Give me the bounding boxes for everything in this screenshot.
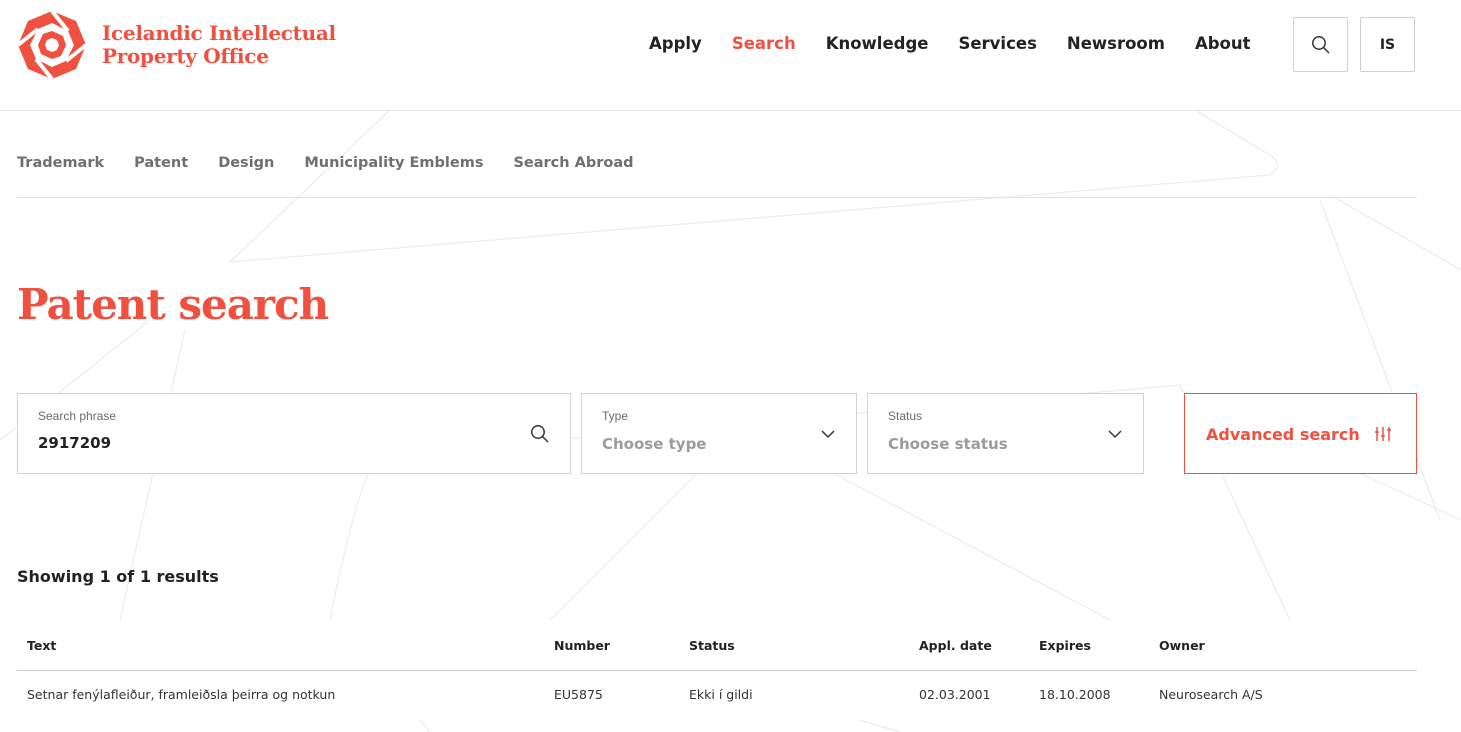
- nav-apply[interactable]: Apply: [649, 34, 702, 53]
- cell-owner: Neurosearch A/S: [1159, 687, 1263, 702]
- language-switch-button[interactable]: IS: [1360, 17, 1415, 72]
- search-icon: [1311, 35, 1330, 54]
- status-placeholder: Choose status: [888, 435, 1008, 453]
- nav-services[interactable]: Services: [958, 34, 1036, 53]
- subnav-search-abroad[interactable]: Search Abroad: [513, 155, 633, 171]
- status-select[interactable]: Status Choose status: [867, 393, 1144, 474]
- sliders-icon: [1375, 427, 1391, 441]
- cell-number: EU5875: [554, 687, 603, 702]
- nav-search[interactable]: Search: [732, 34, 796, 53]
- subnav-municipality-emblems[interactable]: Municipality Emblems: [304, 155, 483, 171]
- search-subnav: Trademark Patent Design Municipality Emb…: [17, 155, 664, 171]
- cell-expires: 18.10.2008: [1039, 687, 1111, 702]
- main-nav: Apply Search Knowledge Services Newsroom…: [634, 34, 1266, 53]
- col-number[interactable]: Number: [554, 638, 610, 653]
- search-phrase-input[interactable]: [38, 434, 508, 452]
- logo-icon: [16, 9, 88, 81]
- advanced-search-label: Advanced search: [1206, 425, 1360, 444]
- site-logo[interactable]: Icelandic Intellectual Property Office: [16, 9, 336, 81]
- site-header: Icelandic Intellectual Property Office A…: [0, 0, 1461, 111]
- col-appl-date[interactable]: Appl. date: [919, 638, 992, 653]
- search-phrase-field[interactable]: Search phrase: [17, 393, 571, 474]
- type-select[interactable]: Type Choose type: [581, 393, 857, 474]
- logo-line-2: Property Office: [102, 44, 269, 68]
- chevron-down-icon: [1108, 430, 1122, 439]
- search-phrase-label: Search phrase: [38, 409, 117, 423]
- advanced-search-button[interactable]: Advanced search: [1184, 393, 1417, 474]
- subnav-divider: [17, 197, 1417, 198]
- nav-knowledge[interactable]: Knowledge: [826, 34, 929, 53]
- table-row[interactable]: Setnar fenýlafleiður, framleiðsla þeirra…: [17, 671, 1417, 716]
- type-placeholder: Choose type: [602, 435, 707, 453]
- search-icon[interactable]: [530, 424, 550, 444]
- cell-appl-date: 02.03.2001: [919, 687, 991, 702]
- subnav-design[interactable]: Design: [218, 155, 274, 171]
- logo-text: Icelandic Intellectual Property Office: [102, 22, 336, 68]
- chevron-down-icon: [821, 430, 835, 439]
- page-title: Patent search: [17, 280, 329, 329]
- nav-about[interactable]: About: [1195, 34, 1251, 53]
- cell-status: Ekki í gildi: [689, 687, 753, 702]
- cell-text: Setnar fenýlafleiður, framleiðsla þeirra…: [27, 687, 336, 702]
- subnav-patent[interactable]: Patent: [134, 155, 188, 171]
- col-text[interactable]: Text: [27, 638, 56, 653]
- header-search-button[interactable]: [1293, 17, 1348, 72]
- type-label: Type: [602, 409, 629, 423]
- col-status[interactable]: Status: [689, 638, 735, 653]
- subnav-trademark[interactable]: Trademark: [17, 155, 104, 171]
- results-table: Text Number Status Appl. date Expires Ow…: [17, 625, 1417, 716]
- col-expires[interactable]: Expires: [1039, 638, 1091, 653]
- results-summary: Showing 1 of 1 results: [17, 567, 219, 586]
- nav-newsroom[interactable]: Newsroom: [1067, 34, 1165, 53]
- logo-line-1: Icelandic Intellectual: [102, 21, 336, 45]
- col-owner[interactable]: Owner: [1159, 638, 1205, 653]
- table-header: Text Number Status Appl. date Expires Ow…: [17, 625, 1417, 671]
- status-label: Status: [888, 409, 923, 423]
